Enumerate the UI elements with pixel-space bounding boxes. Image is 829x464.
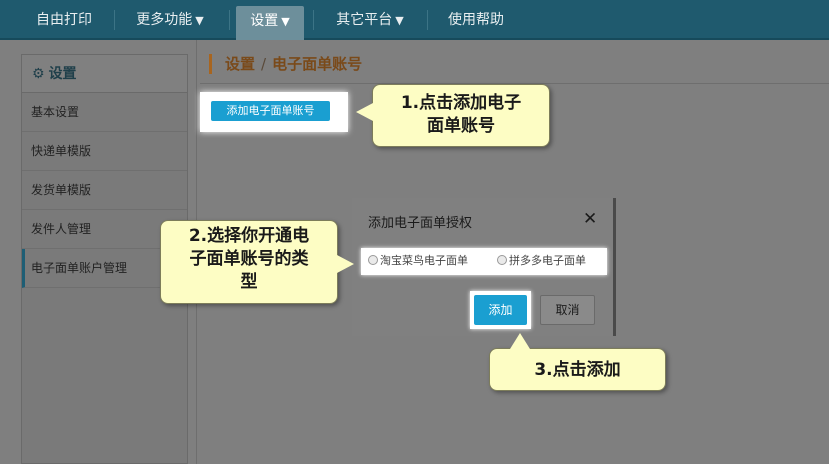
chevron-down-icon: ▼ — [395, 14, 404, 27]
close-icon[interactable]: ✕ — [583, 209, 597, 229]
chevron-down-icon: ▼ — [281, 15, 290, 28]
confirm-add-button[interactable]: 添加 — [474, 295, 527, 325]
chevron-down-icon: ▼ — [195, 14, 204, 27]
nav-item-help[interactable]: 使用帮助 — [434, 0, 518, 40]
breadcrumb-root[interactable]: 设置 — [225, 55, 255, 73]
dialog-title: 添加电子面单授权 — [368, 216, 473, 231]
nav-item-label: 使用帮助 — [448, 12, 504, 28]
nav-item-free-print[interactable]: 自由打印 — [20, 0, 108, 40]
breadcrumb-current: 电子面单账号 — [272, 55, 363, 73]
sidebar-item-label: 电子面单账户管理 — [31, 261, 128, 275]
callout-text-line: 面单账号 — [427, 116, 495, 136]
nav-separator — [229, 10, 230, 30]
callout-tail — [510, 333, 530, 349]
callout-step-3: 3.点击添加 — [489, 333, 666, 391]
nav-item-settings[interactable]: 设置 ▼ — [236, 6, 304, 40]
sidebar-item-label: 快递单模版 — [31, 144, 92, 158]
nav-item-label: 自由打印 — [36, 12, 92, 28]
sidebar-item-label: 发件人管理 — [31, 222, 92, 236]
cancel-button[interactable]: 取消 — [540, 295, 595, 325]
radio-option-taobao-cainiao[interactable]: 淘宝菜鸟电子面单 — [368, 254, 468, 268]
radio-option-label: 淘宝菜鸟电子面单 — [380, 254, 468, 267]
gear-icon: ⚙ — [32, 66, 45, 82]
nav-item-label: 更多功能 — [136, 12, 193, 28]
radio-option-pinduoduo[interactable]: 拼多多电子面单 — [497, 254, 586, 268]
nav-separator — [313, 10, 314, 30]
sidebar-item-label: 基本设置 — [31, 105, 80, 119]
sidebar-item-express-template[interactable]: 快递单模版 — [22, 132, 187, 171]
nav-item-label: 其它平台 — [336, 12, 393, 28]
nav-item-more-features[interactable]: 更多功能 ▼ — [119, 0, 221, 40]
nav-separator — [427, 10, 428, 30]
callout-text-line: 型 — [240, 272, 258, 292]
callout-tail — [337, 255, 354, 273]
callout-step-2: 2.选择你开通电 子面单账号的类 型 — [160, 220, 354, 304]
sidebar-header-title: 设置 — [48, 66, 77, 82]
radio-option-label: 拼多多电子面单 — [509, 254, 586, 267]
nav-item-label: 设置 — [250, 13, 279, 29]
nav-separator — [114, 10, 115, 30]
callout-text-line: 1.点击添加电子 — [400, 93, 522, 113]
callout-text-line: 子面单账号的类 — [189, 249, 309, 269]
sidebar-item-delivery-template[interactable]: 发货单模版 — [22, 171, 187, 210]
sidebar-item-label: 发货单模版 — [31, 183, 92, 197]
callout-tail — [356, 103, 373, 121]
breadcrumb-separator: / — [261, 55, 267, 73]
callout-text-line: 2.选择你开通电 — [188, 226, 310, 246]
callout-text-line: 3.点击添加 — [534, 360, 621, 380]
add-ewaybill-account-button[interactable]: 添加电子面单账号 — [211, 101, 330, 121]
top-nav: 自由打印 更多功能 ▼ 设置 ▼ 其它平台 ▼ 使用帮助 — [0, 0, 829, 40]
radio-circle-icon[interactable] — [497, 255, 507, 265]
sidebar-item-basic-settings[interactable]: 基本设置 — [22, 93, 187, 132]
radio-circle-icon[interactable] — [368, 255, 378, 265]
sidebar-header: ⚙ 设置 — [22, 55, 187, 93]
callout-step-1: 1.点击添加电子 面单账号 — [356, 84, 550, 147]
breadcrumb: 设置 / 电子面单账号 — [209, 54, 362, 74]
nav-item-other-platforms[interactable]: 其它平台 ▼ — [320, 0, 420, 40]
